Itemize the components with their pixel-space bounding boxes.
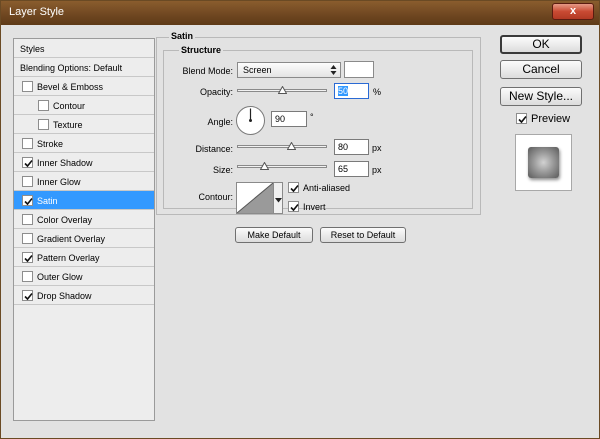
- styles-list: Styles Blending Options: Default Bevel & E…: [13, 38, 155, 421]
- style-item-blending-options-default[interactable]: Blending Options: Default: [14, 58, 154, 77]
- layer-style-dialog: Layer Style x Styles Blending Options: De…: [0, 0, 600, 439]
- style-item-label: Satin: [37, 196, 58, 206]
- style-item-label: Outer Glow: [37, 272, 83, 282]
- style-item-label: Contour: [53, 101, 86, 111]
- style-item-label: Gradient Overlay: [37, 234, 106, 244]
- style-item-pattern-overlay[interactable]: Pattern Overlay: [14, 248, 154, 267]
- cancel-button[interactable]: Cancel: [500, 60, 582, 79]
- style-checkbox[interactable]: [22, 233, 33, 244]
- dialog-body: Styles Blending Options: Default Bevel & E…: [6, 25, 594, 434]
- contour-dropdown[interactable]: [274, 182, 283, 214]
- contour-picker[interactable]: [236, 182, 274, 214]
- style-item-label: Inner Shadow: [37, 158, 93, 168]
- contour-curve-icon: [236, 182, 274, 214]
- style-checkbox[interactable]: [22, 271, 33, 282]
- opacity-unit: %: [373, 87, 382, 97]
- structure-group-title: Structure: [179, 45, 224, 55]
- style-item-stroke[interactable]: Stroke: [14, 134, 154, 153]
- angle-unit: °: [310, 112, 314, 122]
- style-checkbox[interactable]: [22, 195, 33, 206]
- style-checkbox[interactable]: [22, 157, 33, 168]
- make-default-button[interactable]: Make Default: [235, 227, 313, 243]
- close-icon: x: [569, 5, 577, 17]
- size-slider-thumb[interactable]: [259, 161, 269, 170]
- style-checkbox[interactable]: [38, 100, 49, 111]
- style-item-bevel-emboss[interactable]: Bevel & Emboss: [14, 77, 154, 96]
- contour-label: Contour:: [198, 192, 233, 202]
- angle-dial[interactable]: [235, 105, 266, 136]
- invert-checkbox[interactable]: [288, 201, 299, 212]
- close-button[interactable]: x: [552, 3, 594, 20]
- size-slider[interactable]: [237, 165, 327, 168]
- reset-to-default-button[interactable]: Reset to Default: [320, 227, 406, 243]
- style-checkbox[interactable]: [38, 119, 49, 130]
- blend-mode-label: Blend Mode:: [182, 66, 233, 76]
- blend-mode-select[interactable]: Screen: [237, 62, 341, 78]
- anti-aliased-checkbox[interactable]: [288, 182, 299, 193]
- ok-button[interactable]: OK: [500, 35, 582, 54]
- distance-slider[interactable]: [237, 145, 327, 148]
- opacity-slider-thumb[interactable]: [277, 85, 287, 94]
- window-title: Layer Style: [9, 6, 65, 18]
- style-item-inner-shadow[interactable]: Inner Shadow: [14, 153, 154, 172]
- style-item-label: Blending Options: Default: [20, 63, 123, 73]
- chevron-updown-icon: [330, 64, 337, 78]
- style-item-label: Inner Glow: [37, 177, 81, 187]
- title-bar[interactable]: Layer Style x: [1, 1, 599, 25]
- style-checkbox[interactable]: [22, 252, 33, 263]
- blend-mode-value: Screen: [243, 65, 272, 75]
- distance-input[interactable]: 80: [334, 139, 369, 155]
- style-preview: [515, 134, 572, 191]
- style-item-gradient-overlay[interactable]: Gradient Overlay: [14, 229, 154, 248]
- style-item-outer-glow[interactable]: Outer Glow: [14, 267, 154, 286]
- distance-slider-thumb[interactable]: [286, 141, 296, 150]
- preview-swatch: [528, 147, 559, 178]
- angle-input[interactable]: 90: [271, 111, 307, 127]
- preview-checkbox[interactable]: [516, 113, 527, 124]
- new-style-button[interactable]: New Style...: [500, 87, 582, 106]
- anti-aliased-label: Anti-aliased: [303, 183, 351, 193]
- blend-color-swatch[interactable]: [344, 61, 374, 78]
- style-item-texture[interactable]: Texture: [14, 115, 154, 134]
- size-unit: px: [372, 165, 382, 175]
- style-item-label: Color Overlay: [37, 215, 93, 225]
- style-checkbox[interactable]: [22, 81, 33, 92]
- style-item-label: Stroke: [37, 139, 64, 149]
- size-label: Size:: [212, 165, 233, 175]
- style-item-color-overlay[interactable]: Color Overlay: [14, 210, 154, 229]
- size-input[interactable]: 65: [334, 161, 369, 177]
- distance-unit: px: [372, 143, 382, 153]
- style-item-styles[interactable]: Styles: [14, 39, 154, 58]
- style-item-satin[interactable]: Satin: [14, 191, 154, 210]
- style-item-contour[interactable]: Contour: [14, 96, 154, 115]
- style-item-inner-glow[interactable]: Inner Glow: [14, 172, 154, 191]
- invert-label: Invert: [303, 202, 326, 212]
- preview-label: Preview: [531, 113, 571, 125]
- satin-group-title: Satin: [169, 31, 196, 41]
- distance-label: Distance:: [195, 144, 233, 154]
- style-checkbox[interactable]: [22, 214, 33, 225]
- style-item-label: Texture: [53, 120, 83, 130]
- style-item-label: Drop Shadow: [37, 291, 92, 301]
- style-checkbox[interactable]: [22, 290, 33, 301]
- opacity-label: Opacity:: [199, 87, 233, 97]
- opacity-input[interactable]: 50: [334, 83, 369, 99]
- style-checkbox[interactable]: [22, 138, 33, 149]
- caret-down-icon: [275, 195, 282, 205]
- angle-label: Angle:: [207, 117, 233, 127]
- style-item-label: Pattern Overlay: [37, 253, 100, 263]
- style-item-label: Bevel & Emboss: [37, 82, 104, 92]
- style-item-drop-shadow[interactable]: Drop Shadow: [14, 286, 154, 305]
- style-checkbox[interactable]: [22, 176, 33, 187]
- style-item-label: Styles: [20, 44, 45, 54]
